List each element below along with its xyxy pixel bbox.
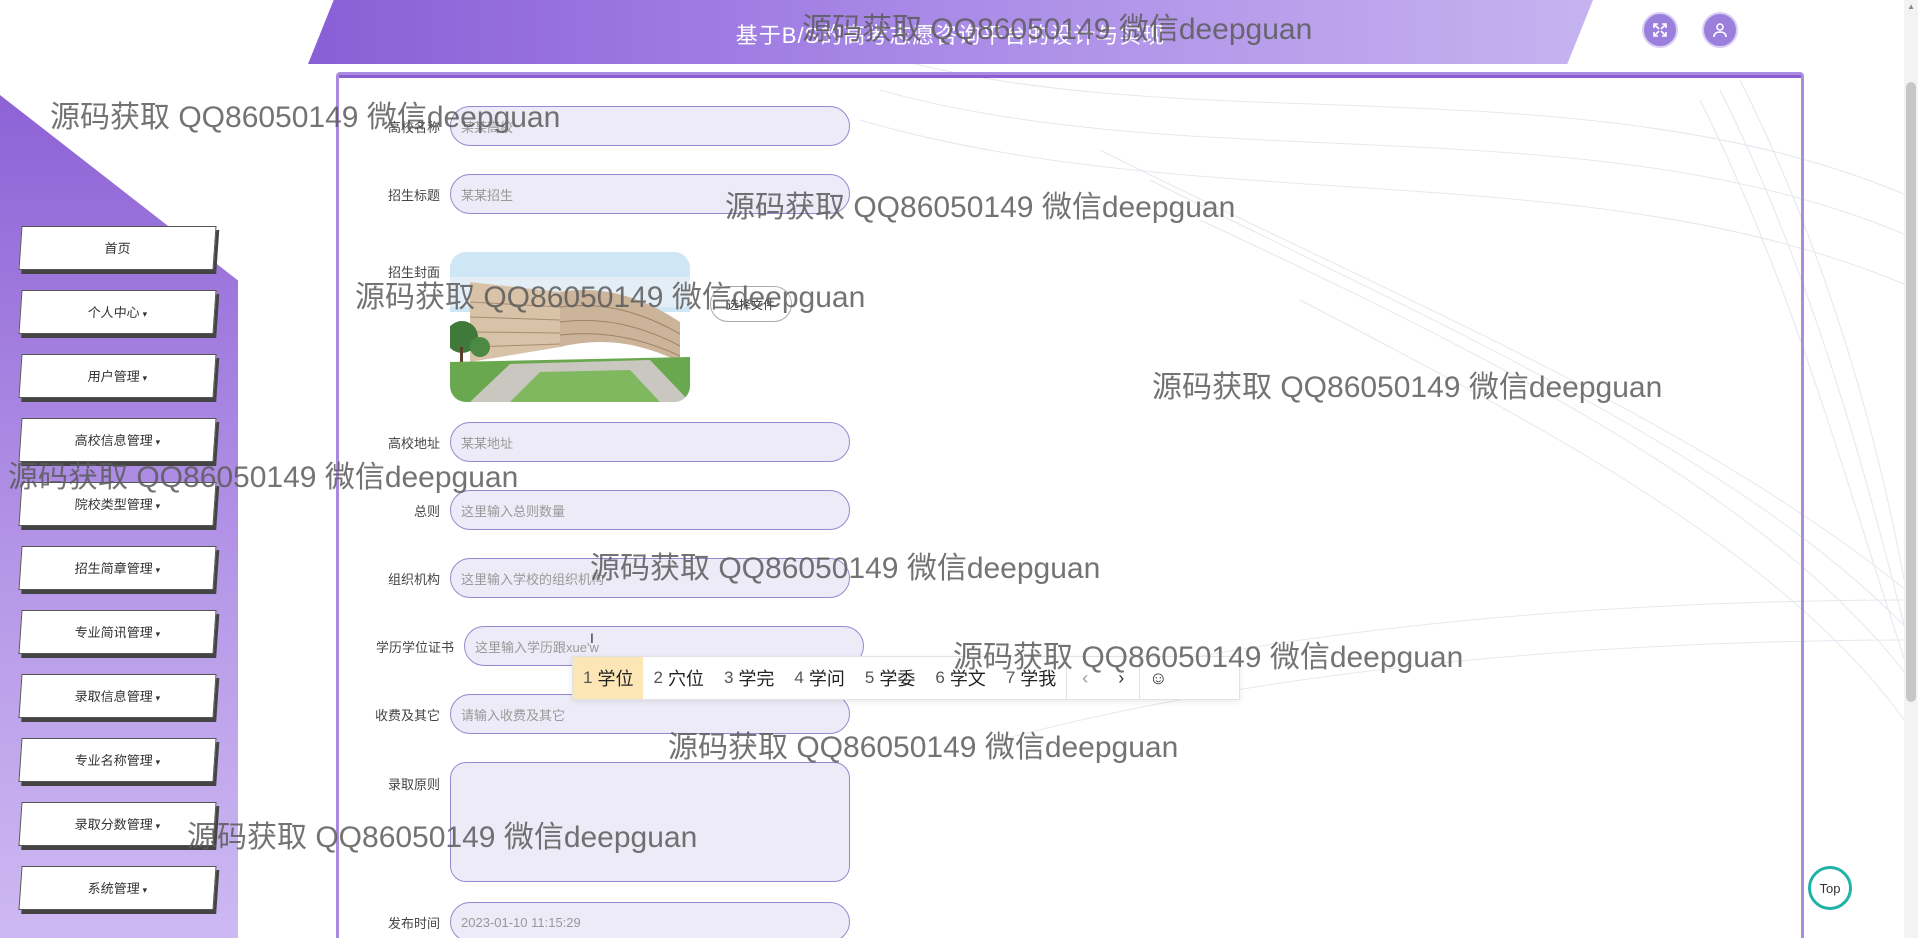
content-panel [336,72,1804,938]
sidebar-item-major-news[interactable]: 专业简讯管理 ▾ [18,610,217,654]
sidebar-item-major-name[interactable]: 专业名称管理 ▾ [18,738,217,782]
caret-down-icon: ▾ [155,629,161,639]
sidebar-item-label: 专业简讯管理 [74,625,154,640]
sidebar-item-system[interactable]: 系统管理 ▾ [18,866,217,910]
caret-down-icon: ▾ [155,437,161,447]
sidebar-item-label: 高校信息管理 [74,433,154,448]
caret-down-icon: ▾ [155,693,161,703]
ime-candidate[interactable]: 2 穴位 [643,657,713,699]
caret-down-icon: ▾ [142,309,148,319]
caret-down-icon: ▾ [155,757,161,767]
page-title: 基于B/S的高考志愿咨询平台的设计与实现 [735,23,1166,48]
ime-candidate-bar: 1 学位 2 穴位 3 学完 4 学问 5 学委 6 学文 7 学我 ‹ › ☺ [572,656,1240,700]
scroll-thumb[interactable] [1906,82,1916,702]
ime-candidate[interactable]: 5 学委 [855,657,925,699]
emoji-icon[interactable]: ☺ [1140,668,1176,689]
fullscreen-icon[interactable] [1642,12,1678,48]
caret-down-icon: ▾ [155,821,161,831]
sidebar-item-label: 招生简章管理 [74,561,154,576]
caret-down-icon: ▾ [142,373,148,383]
sidebar-item-label: 录取分数管理 [74,817,154,832]
sidebar-nav: 首页 个人中心 ▾ 用户管理 ▾ 高校信息管理 ▾ 院校类型管理 ▾ 招生简章管理 ▾ 专… [18,226,217,930]
choose-file-button[interactable]: 选择文件 [710,286,792,322]
ime-candidate[interactable]: 6 学文 [925,657,995,699]
ime-candidate[interactable]: 1 学位 [573,657,644,699]
sidebar-item-label: 院校类型管理 [74,497,154,512]
ime-candidate[interactable]: 3 学完 [714,657,784,699]
sidebar-item-label: 个人中心 [87,305,141,320]
sidebar-item-label: 首页 [103,241,131,256]
caret-down-icon: ▾ [142,885,148,895]
ime-candidate[interactable]: 7 学我 [996,657,1066,699]
caret-down-icon: ▾ [155,501,161,511]
sidebar-item-admission-info[interactable]: 录取信息管理 ▾ [18,674,217,718]
cover-image [450,252,690,402]
sidebar-item-admission-score[interactable]: 录取分数管理 ▾ [18,802,217,846]
caret-down-icon: ▾ [155,565,161,575]
sidebar-item-label: 录取信息管理 [74,689,154,704]
page-scrollbar[interactable]: ▲ [1904,0,1918,938]
sidebar-item-school-info[interactable]: 高校信息管理 ▾ [18,418,217,462]
sidebar-item-admission-brochure[interactable]: 招生简章管理 ▾ [18,546,217,590]
sidebar-item-user-management[interactable]: 用户管理 ▾ [18,354,217,398]
sidebar-item-personal-center[interactable]: 个人中心 ▾ [18,290,217,334]
scroll-up-icon[interactable]: ▲ [1907,2,1915,11]
ime-prev-icon[interactable]: ‹ [1067,668,1103,689]
sidebar-item-label: 专业名称管理 [74,753,154,768]
sidebar-item-label: 用户管理 [87,369,141,384]
text-cursor-icon: I [590,630,594,646]
ime-next-icon[interactable]: › [1103,668,1139,689]
user-icon[interactable] [1702,12,1738,48]
back-to-top-button[interactable]: Top [1808,866,1852,910]
sidebar-item-school-type[interactable]: 院校类型管理 ▾ [18,482,217,526]
sidebar-item-label: 系统管理 [87,881,141,896]
ime-candidate[interactable]: 4 学问 [784,657,854,699]
sidebar-item-home[interactable]: 首页 [18,226,217,270]
